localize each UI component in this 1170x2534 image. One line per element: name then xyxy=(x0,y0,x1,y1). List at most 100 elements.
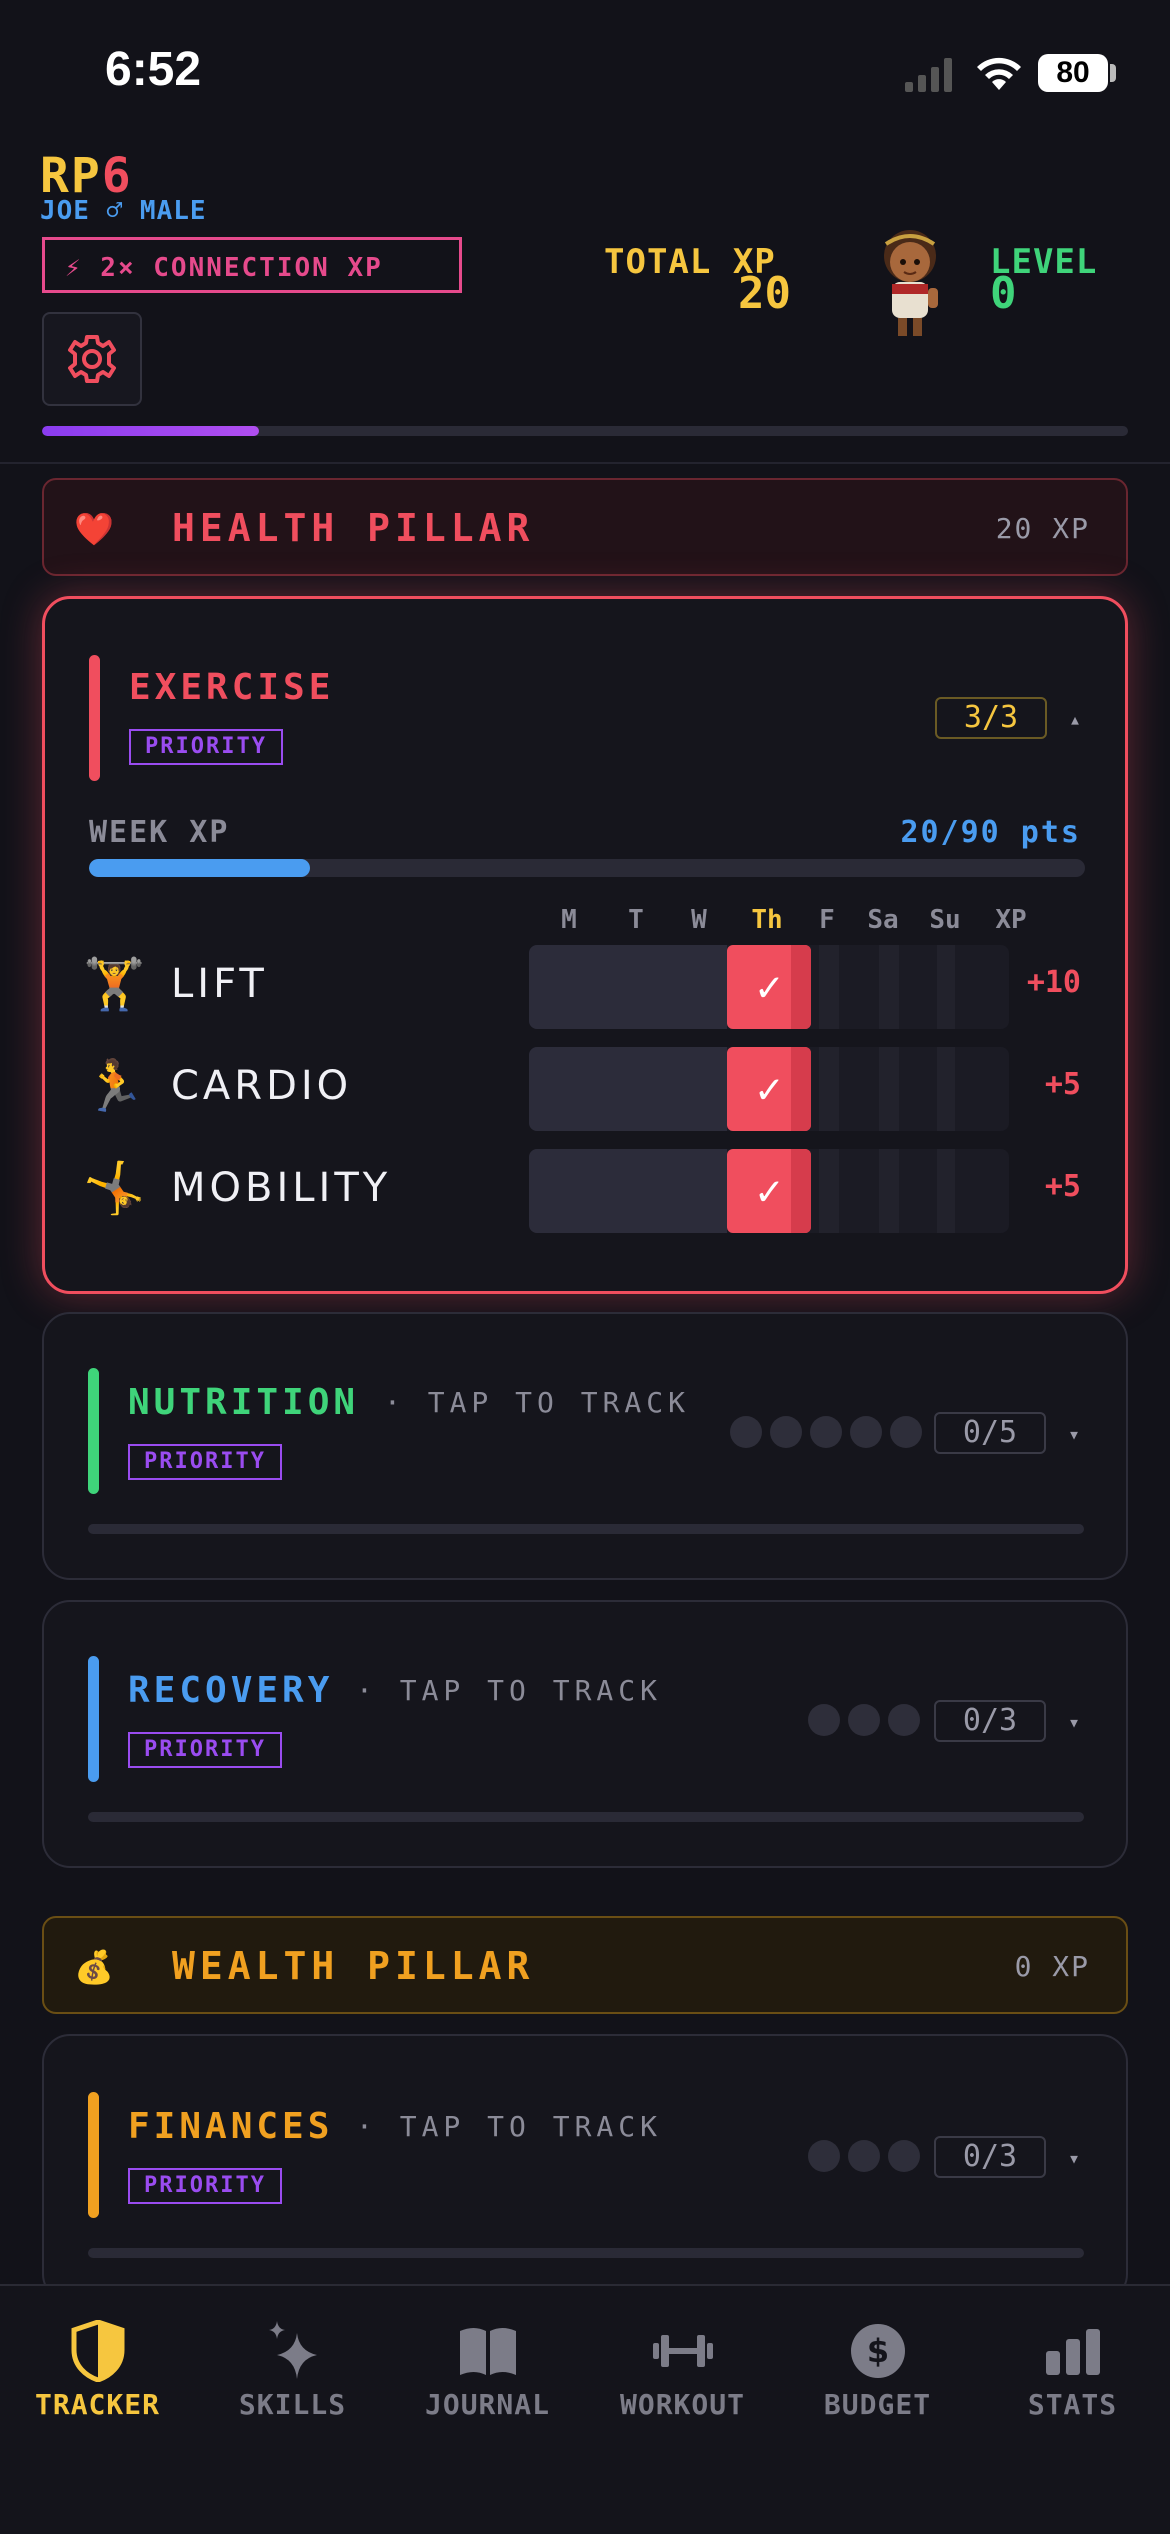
avatar xyxy=(884,230,938,336)
nutrition-count: 0/5 xyxy=(934,1412,1046,1454)
book-icon xyxy=(459,2328,516,2375)
check-edge xyxy=(791,1149,811,1233)
exercise-title: EXERCISE xyxy=(129,667,335,708)
nav-tracker[interactable]: TRACKER xyxy=(0,2316,195,2421)
sparkles-icon xyxy=(268,2321,317,2379)
habit-tracker-cardio[interactable]: ✓ xyxy=(529,1047,1009,1131)
day-cell-sa[interactable] xyxy=(879,945,899,1029)
day-cell-su[interactable] xyxy=(937,1047,955,1131)
progress-dot xyxy=(730,1416,762,1448)
habit-xp-lift: +10 xyxy=(1026,965,1081,1000)
habit-xp-cardio: +5 xyxy=(1044,1067,1081,1102)
week-xp-fill xyxy=(89,859,311,877)
wealth-pillar-name: WEALTH PILLAR xyxy=(172,1944,535,1988)
habit-tracker-lift[interactable]: ✓ xyxy=(529,945,1009,1029)
heart-icon: ❤️ xyxy=(74,510,114,548)
tap-to-track-hint: · TAP TO TRACK xyxy=(356,1674,663,1707)
cardio-icon: 🏃 xyxy=(83,1057,146,1115)
day-cell-su[interactable] xyxy=(937,945,955,1029)
day-cell-f[interactable] xyxy=(819,1149,839,1233)
nav-stats[interactable]: STATS xyxy=(975,2316,1170,2421)
check-edge xyxy=(791,945,811,1029)
nutrition-card[interactable]: NUTRITION · TAP TO TRACK PRIORITY 0/5 ▾ xyxy=(42,1312,1128,1580)
day-cell-su[interactable] xyxy=(937,1149,955,1233)
recovery-card[interactable]: RECOVERY · TAP TO TRACK PRIORITY 0/3 ▾ xyxy=(42,1600,1128,1868)
day-header-th: Th xyxy=(751,905,783,935)
nav-label: BUDGET xyxy=(823,2388,932,2421)
recovery-progress-bar xyxy=(88,1812,1084,1822)
progress-dot xyxy=(888,1704,920,1736)
nav-label: SKILLS xyxy=(238,2388,347,2421)
progress-dot xyxy=(848,2140,880,2172)
nutrition-title: NUTRITION xyxy=(128,1382,360,1423)
past-days-cell[interactable] xyxy=(529,1149,727,1233)
finances-progress-bar xyxy=(88,2248,1084,2258)
nav-skills[interactable]: SKILLS xyxy=(195,2316,390,2421)
week-xp-points: 20/90 pts xyxy=(900,815,1081,850)
connection-xp-badge: ⚡ 2× CONNECTION XP xyxy=(42,237,462,293)
nav-workout[interactable]: WORKOUT xyxy=(585,2316,780,2421)
progress-dots xyxy=(730,1416,922,1448)
chevron-down-icon[interactable]: ▾ xyxy=(1068,1710,1080,1734)
priority-badge: PRIORITY xyxy=(128,1444,282,1480)
progress-dot xyxy=(890,1416,922,1448)
priority-badge: PRIORITY xyxy=(129,729,283,765)
progress-dot xyxy=(888,2140,920,2172)
day-header-xp: XP xyxy=(995,905,1027,935)
dollar-icon: $ xyxy=(850,2324,905,2378)
xp-progress-fill xyxy=(42,426,260,436)
day-cell-sa[interactable] xyxy=(879,1047,899,1131)
finances-card[interactable]: FINANCES · TAP TO TRACK PRIORITY 0/3 ▾ xyxy=(42,2034,1128,2302)
recovery-title: RECOVERY xyxy=(128,1670,334,1711)
status-time: 6:52 xyxy=(105,43,202,96)
chevron-up-icon[interactable]: ▴ xyxy=(1069,707,1081,731)
battery-tip xyxy=(1110,64,1116,82)
level-value: 0 xyxy=(990,268,1017,319)
day-cell-f[interactable] xyxy=(819,1047,839,1131)
nav-budget[interactable]: $ BUDGET xyxy=(780,2316,975,2421)
mobility-icon: 🤸 xyxy=(83,1159,146,1217)
bar-chart-icon xyxy=(1045,2329,1100,2375)
progress-dot xyxy=(808,2140,840,2172)
header-divider xyxy=(0,462,1170,464)
day-cell-sa[interactable] xyxy=(879,1149,899,1233)
finances-count: 0/3 xyxy=(934,2136,1046,2178)
habit-tracker-mobility[interactable]: ✓ xyxy=(529,1149,1009,1233)
progress-dot xyxy=(850,1416,882,1448)
chevron-down-icon[interactable]: ▾ xyxy=(1068,1422,1080,1446)
habit-name-mobility: MOBILITY xyxy=(171,1165,392,1211)
recovery-accent xyxy=(88,1656,99,1782)
priority-badge: PRIORITY xyxy=(128,1732,282,1768)
finances-accent xyxy=(88,2092,99,2218)
priority-badge: PRIORITY xyxy=(128,2168,282,2204)
nav-journal[interactable]: JOURNAL xyxy=(390,2316,585,2421)
progress-dot xyxy=(808,1704,840,1736)
past-days-cell[interactable] xyxy=(529,1047,727,1131)
svg-text:$: $ xyxy=(866,2332,888,2370)
wifi-icon xyxy=(977,57,1021,90)
exercise-card[interactable]: EXERCISE PRIORITY 3/3 ▴ WEEK XP 20/90 pt… xyxy=(42,596,1128,1294)
shield-icon xyxy=(71,2320,124,2382)
progress-dots xyxy=(808,1704,920,1736)
chevron-down-icon[interactable]: ▾ xyxy=(1068,2146,1080,2170)
day-cell-f[interactable] xyxy=(819,945,839,1029)
week-xp-label: WEEK XP xyxy=(89,815,230,850)
habit-name-cardio: CARDIO xyxy=(171,1063,353,1109)
total-xp-value: 20 xyxy=(738,268,791,319)
past-days-cell[interactable] xyxy=(529,945,727,1029)
nav-label: WORKOUT xyxy=(619,2388,745,2421)
progress-dot xyxy=(810,1416,842,1448)
day-header-f: F xyxy=(819,905,835,935)
wealth-pillar-header[interactable]: 💰 WEALTH PILLAR 0 XP xyxy=(42,1916,1128,2014)
finances-title: FINANCES xyxy=(128,2106,334,2147)
nutrition-progress-bar xyxy=(88,1524,1084,1534)
health-pillar-header[interactable]: ❤️ HEALTH PILLAR 20 XP xyxy=(42,478,1128,576)
exercise-accent xyxy=(89,655,100,781)
settings-button[interactable] xyxy=(42,312,142,406)
xp-progress-bar xyxy=(42,426,1128,436)
health-pillar-name: HEALTH PILLAR xyxy=(172,506,535,550)
progress-dot xyxy=(848,1704,880,1736)
wealth-pillar-xp: 0 XP xyxy=(1014,1950,1090,1983)
money-bag-icon: 💰 xyxy=(74,1948,114,1986)
nav-label: TRACKER xyxy=(34,2388,160,2421)
